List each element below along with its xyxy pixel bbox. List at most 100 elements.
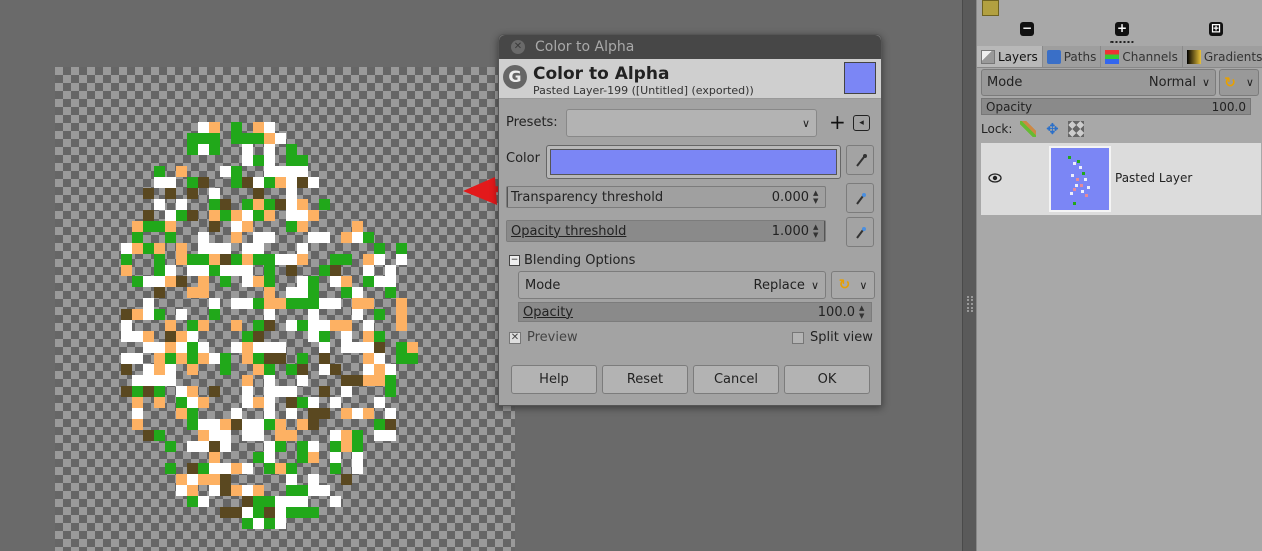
pixel xyxy=(297,298,308,309)
tab-channels[interactable]: Channels xyxy=(1101,46,1183,67)
opacity-picker-button[interactable] xyxy=(846,217,874,247)
pixel xyxy=(220,364,231,375)
pixel xyxy=(242,221,253,232)
tab-gradients[interactable]: Gradients xyxy=(1183,46,1262,67)
pixel xyxy=(275,518,286,529)
add-preset-icon[interactable]: + xyxy=(829,110,846,134)
pixel xyxy=(286,287,297,298)
lock-label: Lock: xyxy=(981,122,1013,136)
help-button[interactable]: Help xyxy=(511,365,597,394)
pixel xyxy=(176,331,187,342)
pixel xyxy=(407,342,418,353)
pixel xyxy=(176,199,187,210)
pixel xyxy=(363,364,374,375)
blending-options-toggle[interactable]: − Blending Options xyxy=(509,253,635,268)
pixel xyxy=(264,144,275,155)
color-button[interactable] xyxy=(546,145,841,179)
pixel xyxy=(209,419,220,430)
zoom-in-icon[interactable]: + xyxy=(1115,22,1129,36)
pixel xyxy=(198,232,209,243)
gradients-icon xyxy=(1186,49,1201,64)
presets-menu-icon[interactable]: ◂ xyxy=(853,115,870,131)
pixel xyxy=(143,331,154,342)
pixel xyxy=(198,463,209,474)
brush-swatch[interactable] xyxy=(982,0,999,16)
spin-arrows-icon[interactable]: ▲ ▼ xyxy=(859,304,867,320)
pixel xyxy=(374,397,385,408)
pixel xyxy=(231,177,242,188)
layer-composite-select[interactable]: ↻ ∨ xyxy=(1219,69,1259,96)
blend-composite-select[interactable]: ↻ ∨ xyxy=(831,271,875,299)
layer-mode-value: Normal xyxy=(1148,75,1196,90)
pixel xyxy=(154,276,165,287)
lock-position-icon[interactable]: ✥ xyxy=(1044,121,1060,137)
pixel xyxy=(330,441,341,452)
pixel xyxy=(352,463,363,474)
pixel xyxy=(352,287,363,298)
pixel xyxy=(143,276,154,287)
blend-mode-select[interactable]: Mode Replace ∨ xyxy=(518,271,826,299)
pixel xyxy=(154,364,165,375)
pixel xyxy=(242,243,253,254)
layer-row[interactable]: Pasted Layer xyxy=(981,143,1261,215)
tab-paths[interactable]: Paths xyxy=(1043,46,1102,67)
layer-name[interactable]: Pasted Layer xyxy=(1115,171,1192,185)
opacity-threshold-slider[interactable]: Opacity threshold 1.000 ▲ ▼ xyxy=(506,220,826,242)
pixel xyxy=(187,397,198,408)
split-view-checkbox[interactable]: Split view xyxy=(792,330,873,345)
pixel xyxy=(253,331,264,342)
pixel xyxy=(143,243,154,254)
color-picker-button[interactable] xyxy=(846,145,874,175)
pixel xyxy=(286,507,297,518)
lock-pixels-icon[interactable] xyxy=(1020,121,1037,137)
pixel xyxy=(363,408,374,419)
eye-icon[interactable] xyxy=(988,171,1002,185)
pixel xyxy=(154,287,165,298)
pixel xyxy=(165,320,176,331)
transparency-threshold-slider[interactable]: Transparency threshold 0.000 ▲ ▼ xyxy=(506,186,826,208)
transparency-picker-button[interactable] xyxy=(846,183,874,213)
pixel xyxy=(165,265,176,276)
pixel xyxy=(165,342,176,353)
pixel xyxy=(330,463,341,474)
pixel xyxy=(143,430,154,441)
pixel xyxy=(264,496,275,507)
pixel xyxy=(209,386,220,397)
pixel xyxy=(165,188,176,199)
lock-alpha-icon[interactable] xyxy=(1068,121,1085,137)
close-icon[interactable]: ✕ xyxy=(511,40,525,54)
pixel xyxy=(385,408,396,419)
spin-arrows-icon[interactable]: ▲ ▼ xyxy=(813,189,821,205)
pixel xyxy=(121,265,132,276)
blend-opacity-slider[interactable]: Opacity 100.0 ▲ ▼ xyxy=(518,302,872,322)
pixel xyxy=(264,419,275,430)
dock-resize-handle[interactable] xyxy=(962,0,976,551)
pixel xyxy=(308,485,319,496)
layer-opacity-slider[interactable]: Opacity 100.0 xyxy=(981,98,1251,115)
dialog-titlebar[interactable]: ✕ Color to Alpha xyxy=(499,35,881,59)
tab-layers[interactable]: Layers xyxy=(977,46,1043,67)
preview-checkbox[interactable]: ✕ Preview xyxy=(509,330,578,345)
tab-label: Gradients xyxy=(1203,49,1262,64)
pixel xyxy=(330,298,341,309)
presets-select[interactable]: ∨ xyxy=(566,109,817,137)
pixel xyxy=(253,419,264,430)
pixel xyxy=(297,243,308,254)
pixel xyxy=(165,276,176,287)
cancel-button[interactable]: Cancel xyxy=(693,365,779,394)
zoom-out-icon[interactable]: − xyxy=(1020,22,1034,36)
checkbox-checked-icon: ✕ xyxy=(509,331,521,344)
pixel xyxy=(132,353,143,364)
spin-arrows-icon[interactable]: ▲ ▼ xyxy=(813,223,821,239)
expand-icon[interactable]: ⊞ xyxy=(1209,22,1223,36)
pixel xyxy=(297,320,308,331)
pixel xyxy=(242,463,253,474)
reset-button[interactable]: Reset xyxy=(602,365,688,394)
gimp-logo-icon: G xyxy=(503,65,527,89)
pixel xyxy=(231,320,242,331)
layer-mode-select[interactable]: Mode Normal ∨ xyxy=(981,69,1216,96)
pixel xyxy=(341,276,352,287)
pixel xyxy=(242,518,253,529)
pixel xyxy=(341,287,352,298)
ok-button[interactable]: OK xyxy=(784,365,870,394)
